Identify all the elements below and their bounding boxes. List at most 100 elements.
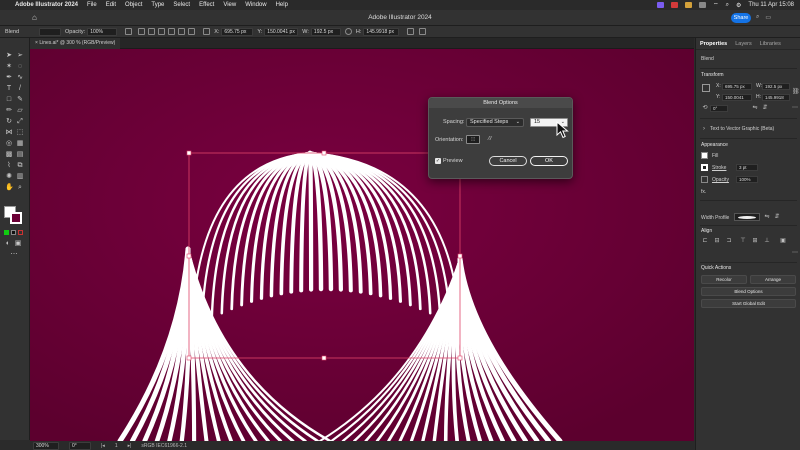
eraser-icon[interactable]: ▱: [16, 107, 24, 115]
document-tab[interactable]: × Lines.ai* @ 300 % (RGB/Preview): [30, 38, 121, 49]
graph-tool-icon[interactable]: ▥: [16, 173, 24, 181]
zoom-tool-icon[interactable]: ⌕: [16, 184, 24, 192]
blend-artwork[interactable]: [30, 49, 694, 441]
align-center-icon[interactable]: ⊟: [714, 238, 720, 244]
symbol-sprayer-icon[interactable]: ✺: [5, 173, 13, 181]
text-to-vector-link[interactable]: Text to Vector Graphic (Beta): [710, 126, 774, 132]
fill-swatch[interactable]: [701, 152, 708, 159]
y-field[interactable]: 150.0041: [722, 94, 752, 101]
more-options-icon[interactable]: ⋯: [792, 250, 798, 256]
align-left-icon[interactable]: ⊏: [702, 238, 708, 244]
lasso-icon[interactable]: ◌: [16, 63, 24, 71]
resize-handle[interactable]: [457, 355, 463, 361]
menu-file[interactable]: File: [87, 2, 97, 8]
zoom-field[interactable]: 300%: [33, 441, 59, 450]
menu-edit[interactable]: Edit: [106, 2, 116, 8]
perspective-icon[interactable]: ▦: [16, 140, 24, 148]
more-options-icon[interactable]: ⋯: [792, 105, 798, 111]
opacity-label[interactable]: Opacity: [712, 177, 729, 183]
stroke-label[interactable]: Stroke: [712, 165, 726, 171]
rectangle-tool-icon[interactable]: □: [5, 96, 13, 104]
blend-tool-icon[interactable]: ⧉: [16, 162, 24, 170]
menu-object[interactable]: Object: [125, 2, 142, 8]
align-to-path-icon[interactable]: ⁄⫶⁄: [483, 135, 497, 144]
spacing-select[interactable]: Specified Steps ⌄: [466, 118, 524, 127]
align-center-icon[interactable]: [148, 28, 156, 35]
status-app-icon-3[interactable]: [685, 2, 692, 8]
align-middle-icon[interactable]: ⊞: [752, 238, 758, 244]
stroke-weight-field[interactable]: 3 pt: [736, 164, 758, 171]
gradient-mode-icon[interactable]: [11, 230, 16, 235]
align-bottom-icon[interactable]: [188, 28, 196, 35]
eyedropper-icon[interactable]: ⌇: [5, 162, 13, 170]
link-icon[interactable]: [344, 28, 352, 35]
app-menu[interactable]: Adobe Illustrator 2024: [15, 2, 78, 8]
chevron-right-icon[interactable]: ›: [701, 126, 707, 132]
arrange-button[interactable]: Arrange: [750, 275, 796, 284]
gradient-icon[interactable]: ▤: [16, 151, 24, 159]
ok-button[interactable]: OK: [530, 156, 568, 166]
stroke-swatch[interactable]: [39, 27, 61, 36]
cancel-button[interactable]: Cancel: [489, 156, 527, 166]
color-profile[interactable]: sRGB IEC61966-2.1: [141, 443, 187, 449]
curvature-tool-icon[interactable]: ∿: [16, 74, 24, 82]
angle-field[interactable]: 0°: [710, 105, 728, 112]
width-tool-icon[interactable]: ⋈: [5, 129, 13, 137]
status-app-icon[interactable]: [657, 2, 664, 8]
link-icon[interactable]: ⛓: [792, 89, 800, 95]
stroke-swatch[interactable]: [10, 212, 22, 224]
clock[interactable]: Thu 11 Apr 15:08: [748, 2, 794, 8]
resize-handle[interactable]: [186, 253, 192, 259]
first-artboard-icon[interactable]: |◂: [101, 443, 105, 449]
opacity-field[interactable]: 100%: [87, 27, 118, 36]
flip-profile-vertical-icon[interactable]: ⇵: [774, 214, 780, 220]
mesh-icon[interactable]: ▩: [5, 151, 13, 159]
flip-profile-icon[interactable]: ⇋: [764, 214, 770, 220]
tab-layers[interactable]: Layers: [735, 41, 752, 47]
menu-help[interactable]: Help: [276, 2, 288, 8]
align-right-icon[interactable]: [158, 28, 166, 35]
resize-handle[interactable]: [186, 355, 192, 361]
recolor-icon[interactable]: [125, 28, 133, 35]
draw-mode-icon[interactable]: ◐: [4, 240, 12, 248]
x-field[interactable]: 695.75 px: [221, 27, 254, 36]
status-app-icon-2[interactable]: [671, 2, 678, 8]
menu-view[interactable]: View: [223, 2, 236, 8]
scale-icon[interactable]: ⤢: [16, 118, 24, 126]
w-field[interactable]: 192.5 px: [762, 83, 790, 90]
fx-button[interactable]: fx.: [701, 189, 706, 195]
line-tool-icon[interactable]: /: [16, 85, 24, 93]
reference-point-icon[interactable]: [702, 84, 710, 92]
last-artboard-icon[interactable]: ▸|: [128, 443, 132, 449]
magic-wand-icon[interactable]: ✶: [5, 63, 13, 71]
preview-checkbox[interactable]: ✓: [435, 158, 441, 164]
status-app-icon-4[interactable]: [699, 2, 706, 8]
align-middle-icon[interactable]: [178, 28, 186, 35]
warp-icon[interactable]: [419, 28, 427, 35]
align-right-icon[interactable]: ⊐: [726, 238, 732, 244]
rotate-icon[interactable]: ⟲: [702, 105, 708, 111]
x-field[interactable]: 695.75 px: [722, 83, 752, 90]
selection-tool-icon[interactable]: ➤: [5, 52, 13, 60]
search-icon[interactable]: ⌕: [726, 2, 729, 9]
artboard-canvas[interactable]: [30, 49, 694, 441]
resize-handle[interactable]: [321, 150, 327, 156]
artboard-number[interactable]: 1: [115, 443, 118, 449]
shape-builder-icon[interactable]: ◎: [5, 140, 13, 148]
reference-point-icon[interactable]: [203, 28, 211, 35]
transform-icon[interactable]: [407, 28, 415, 35]
blend-options-button[interactable]: Blend Options: [701, 287, 796, 296]
paintbrush-icon[interactable]: ✎: [16, 96, 24, 104]
tab-libraries[interactable]: Libraries: [760, 41, 781, 47]
menu-select[interactable]: Select: [173, 2, 190, 8]
start-global-edit-button[interactable]: Start Global Edit: [701, 299, 796, 308]
workspace-icon[interactable]: ▭: [765, 14, 771, 21]
menu-window[interactable]: Window: [245, 2, 266, 8]
rotate-icon[interactable]: ↻: [5, 118, 13, 126]
resize-handle[interactable]: [186, 150, 192, 156]
hand-tool-icon[interactable]: ✋: [5, 184, 14, 192]
pencil-icon[interactable]: ✏: [5, 107, 13, 115]
opacity-field[interactable]: 100%: [736, 176, 758, 183]
share-button[interactable]: Share: [731, 13, 751, 23]
resize-handle[interactable]: [457, 253, 463, 259]
